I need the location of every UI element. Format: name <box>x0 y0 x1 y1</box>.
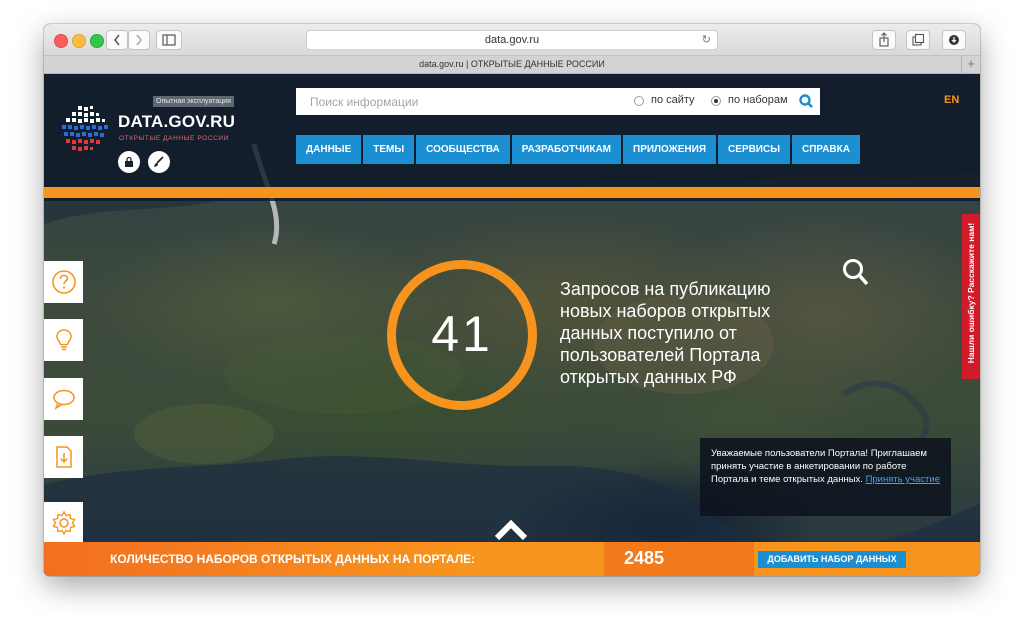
question-icon <box>51 270 76 294</box>
search-input[interactable] <box>296 88 596 115</box>
logo-dots-icon[interactable] <box>58 104 114 156</box>
zoom-window-button[interactable] <box>90 34 104 48</box>
requests-description: Запросов на публикацию новых наборов отк… <box>560 279 771 387</box>
chevron-up-icon[interactable] <box>494 518 528 542</box>
add-dataset-button[interactable]: ДОБАВИТЬ НАБОР ДАННЫХ <box>758 551 906 568</box>
back-button[interactable] <box>106 30 128 50</box>
nav-item-communities[interactable]: СООБЩЕСТВА <box>416 135 510 164</box>
radio-site[interactable] <box>634 96 644 106</box>
requests-count: 41 <box>431 306 493 362</box>
search-icon[interactable] <box>798 93 814 109</box>
survey-notice: Уважаемые пользователи Портала! Приглаша… <box>700 438 951 516</box>
nav-item-topics[interactable]: ТЕМЫ <box>363 135 415 164</box>
logo-title[interactable]: DATA.GOV.RU <box>118 112 235 132</box>
login-button[interactable] <box>118 151 140 173</box>
language-switch[interactable]: EN <box>944 94 959 106</box>
radio-datasets-label[interactable]: по наборам <box>728 94 788 106</box>
map-search-icon[interactable] <box>842 258 870 288</box>
orange-divider <box>44 187 980 198</box>
report-error-label: Нашли ошибку? Расскажите нам! <box>966 222 976 364</box>
radio-site-label[interactable]: по сайту <box>651 94 695 106</box>
page-content: Опытная эксплуатация DATA.GOV.RU ОТКРЫТЫ… <box>44 74 980 576</box>
forward-button[interactable] <box>128 30 150 50</box>
new-tab-button[interactable]: + <box>961 56 980 73</box>
browser-window: data.gov.ru ↻ data.gov.ru | ОТКРЫТЫЕ ДАН… <box>44 24 980 576</box>
comment-icon <box>52 389 75 410</box>
close-window-button[interactable] <box>54 34 68 48</box>
sidebar-toggle-button[interactable] <box>156 30 182 50</box>
report-error-tab[interactable]: Нашли ошибку? Расскажите нам! <box>962 214 980 379</box>
radio-datasets[interactable] <box>711 96 721 106</box>
brush-icon <box>154 156 164 167</box>
address-bar[interactable]: data.gov.ru ↻ <box>306 30 718 50</box>
chevron-left-icon <box>114 34 120 46</box>
nav-item-data[interactable]: ДАННЫЕ <box>296 135 362 164</box>
sidebar-faq-button[interactable] <box>44 261 83 303</box>
sidebar-download-button[interactable] <box>44 436 83 478</box>
nav-item-developers[interactable]: РАЗРАБОТЧИКАМ <box>511 135 621 164</box>
lock-icon <box>125 156 133 167</box>
tab-bar: data.gov.ru | ОТКРЫТЫЕ ДАННЫЕ РОССИИ + <box>44 56 980 74</box>
sidebar-feedback-button[interactable] <box>44 378 83 420</box>
survey-link[interactable]: Принять участие <box>866 474 940 485</box>
nav-item-apps[interactable]: ПРИЛОЖЕНИЯ <box>623 135 717 164</box>
sidebar-settings-button[interactable] <box>44 502 83 544</box>
nav-item-services[interactable]: СЕРВИСЫ <box>718 135 790 164</box>
tabs-icon <box>912 33 925 46</box>
datasets-count-bar: КОЛИЧЕСТВО НАБОРОВ ОТКРЫТЫХ ДАННЫХ НА ПО… <box>44 542 980 576</box>
beta-badge: Опытная эксплуатация <box>153 96 234 107</box>
main-nav: ДАННЫЕ ТЕМЫ СООБЩЕСТВА РАЗРАБОТЧИКАМ ПРИ… <box>296 135 862 164</box>
gear-icon <box>51 510 76 536</box>
share-icon <box>879 32 889 47</box>
logo-subtitle: ОТКРЫТЫЕ ДАННЫЕ РОССИИ <box>119 135 229 142</box>
browser-titlebar: data.gov.ru ↻ <box>44 24 980 56</box>
share-button[interactable] <box>872 30 896 50</box>
site-header: Опытная эксплуатация DATA.GOV.RU ОТКРЫТЫ… <box>44 74 980 201</box>
url-text: data.gov.ru <box>484 34 540 46</box>
download-arrow-icon <box>949 35 959 45</box>
datasets-count-value: 2485 <box>624 548 665 568</box>
datasets-count-label: КОЛИЧЕСТВО НАБОРОВ ОТКРЫТЫХ ДАННЫХ НА ПО… <box>110 552 476 566</box>
sidebar-ideas-button[interactable] <box>44 319 83 361</box>
lightbulb-icon <box>55 329 72 351</box>
minimize-window-button[interactable] <box>72 34 86 48</box>
chevron-right-icon <box>136 34 142 46</box>
tab-title[interactable]: data.gov.ru | ОТКРЫТЫЕ ДАННЫЕ РОССИИ <box>419 59 605 69</box>
sidebar-icon <box>162 34 176 46</box>
tabs-overview-button[interactable] <box>906 30 930 50</box>
register-button[interactable] <box>148 151 170 173</box>
download-icon <box>55 446 72 468</box>
downloads-button[interactable] <box>942 30 966 50</box>
reload-icon[interactable]: ↻ <box>702 31 711 49</box>
nav-item-help[interactable]: СПРАВКА <box>792 135 860 164</box>
search-bar: по сайту по наборам <box>296 88 820 115</box>
